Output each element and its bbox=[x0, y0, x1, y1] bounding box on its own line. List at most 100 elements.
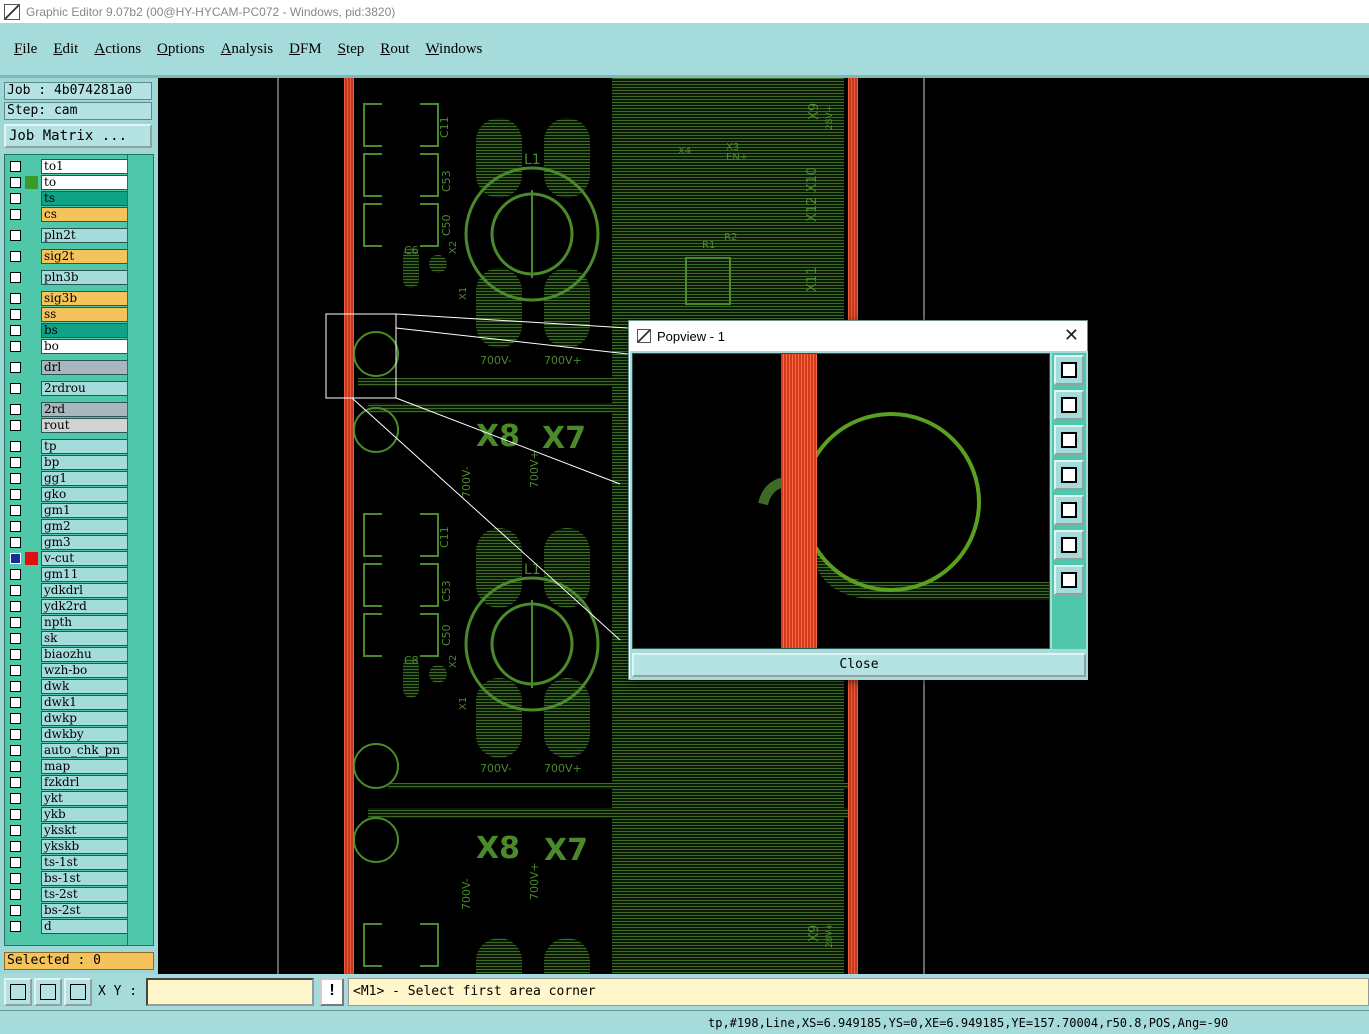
layer-checkbox[interactable] bbox=[10, 230, 21, 241]
close-icon[interactable]: ✕ bbox=[1064, 325, 1079, 347]
layer-row-2rd[interactable]: 2rd bbox=[8, 402, 128, 417]
menu-dfm[interactable]: DFM bbox=[289, 41, 322, 58]
layer-checkbox[interactable] bbox=[10, 537, 21, 548]
layer-row-sig3b[interactable]: sig3b bbox=[8, 291, 128, 306]
layer-row-ydk2rd[interactable]: ydk2rd bbox=[8, 599, 128, 614]
layer-checkbox[interactable] bbox=[10, 293, 21, 304]
pv-zoom-in-button[interactable] bbox=[1054, 530, 1084, 560]
layer-checkbox[interactable] bbox=[10, 309, 21, 320]
pv-zoom-out-button[interactable] bbox=[1054, 565, 1084, 595]
layer-row-sk[interactable]: sk bbox=[8, 631, 128, 646]
layer-row-dwkp[interactable]: dwkp bbox=[8, 711, 128, 726]
layer-checkbox[interactable] bbox=[10, 404, 21, 415]
layer-row-ykb[interactable]: ykb bbox=[8, 807, 128, 822]
layer-row-dwk1[interactable]: dwk1 bbox=[8, 695, 128, 710]
menu-options[interactable]: Options bbox=[157, 41, 205, 58]
layer-row-npth[interactable]: npth bbox=[8, 615, 128, 630]
pv-pan-up-button[interactable] bbox=[1054, 390, 1084, 420]
layer-checkbox[interactable] bbox=[10, 809, 21, 820]
layer-row-gko[interactable]: gko bbox=[8, 487, 128, 502]
layer-checkbox[interactable] bbox=[10, 633, 21, 644]
layer-row-gm3[interactable]: gm3 bbox=[8, 535, 128, 550]
menu-file[interactable]: File bbox=[14, 41, 37, 58]
menu-actions[interactable]: Actions bbox=[94, 41, 141, 58]
layer-row-ykt[interactable]: ykt bbox=[8, 791, 128, 806]
layer-checkbox[interactable] bbox=[10, 325, 21, 336]
layer-checkbox[interactable] bbox=[10, 383, 21, 394]
layer-row-dwk[interactable]: dwk bbox=[8, 679, 128, 694]
select-mode-button[interactable] bbox=[4, 978, 32, 1006]
pv-zoom-fit-button[interactable] bbox=[1054, 355, 1084, 385]
layer-row-d[interactable]: d bbox=[8, 919, 128, 934]
layer-row-bp[interactable]: bp bbox=[8, 455, 128, 470]
layer-checkbox[interactable] bbox=[10, 713, 21, 724]
layer-checkbox[interactable] bbox=[10, 777, 21, 788]
layer-row-ts[interactable]: ts bbox=[8, 191, 128, 206]
layer-checkbox[interactable] bbox=[10, 362, 21, 373]
layer-row-wzh-bo[interactable]: wzh-bo bbox=[8, 663, 128, 678]
menu-rout[interactable]: Rout bbox=[380, 41, 409, 58]
layer-row-bs-2st[interactable]: bs-2st bbox=[8, 903, 128, 918]
layer-row-cs[interactable]: cs bbox=[8, 207, 128, 222]
layer-row-ydkdrl[interactable]: ydkdrl bbox=[8, 583, 128, 598]
layer-row-ts-1st[interactable]: ts-1st bbox=[8, 855, 128, 870]
job-matrix-button[interactable]: Job Matrix ... bbox=[4, 124, 152, 148]
layer-checkbox[interactable] bbox=[10, 649, 21, 660]
menu-step[interactable]: Step bbox=[338, 41, 365, 58]
layer-checkbox[interactable] bbox=[10, 665, 21, 676]
layer-checkbox[interactable] bbox=[10, 569, 21, 580]
layer-checkbox[interactable] bbox=[10, 420, 21, 431]
pv-pan-down-button[interactable] bbox=[1054, 425, 1084, 455]
exclamation-button[interactable]: ! bbox=[320, 978, 344, 1006]
layer-checkbox[interactable] bbox=[10, 585, 21, 596]
layer-checkbox[interactable] bbox=[10, 161, 21, 172]
layer-checkbox[interactable] bbox=[10, 251, 21, 262]
layer-row-pln3b[interactable]: pln3b bbox=[8, 270, 128, 285]
layer-row-bs-1st[interactable]: bs-1st bbox=[8, 871, 128, 886]
layer-row-v-cut[interactable]: v-cut bbox=[8, 551, 128, 566]
layer-checkbox[interactable] bbox=[10, 209, 21, 220]
layer-row-gm11[interactable]: gm11 bbox=[8, 567, 128, 582]
layer-checkbox[interactable] bbox=[10, 745, 21, 756]
pv-pan-right-button[interactable] bbox=[1054, 495, 1084, 525]
layer-row-2rdrou[interactable]: 2rdrou bbox=[8, 381, 128, 396]
menu-windows[interactable]: Windows bbox=[425, 41, 482, 58]
layer-checkbox[interactable] bbox=[10, 441, 21, 452]
layer-checkbox[interactable] bbox=[10, 825, 21, 836]
layer-row-fzkdrl[interactable]: fzkdrl bbox=[8, 775, 128, 790]
layer-row-pln2t[interactable]: pln2t bbox=[8, 228, 128, 243]
layer-list-scrollbar[interactable] bbox=[127, 155, 153, 945]
layer-row-gg1[interactable]: gg1 bbox=[8, 471, 128, 486]
layer-row-ts-2st[interactable]: ts-2st bbox=[8, 887, 128, 902]
layer-checkbox[interactable] bbox=[10, 905, 21, 916]
layer-checkbox[interactable] bbox=[10, 553, 21, 564]
layer-row-map[interactable]: map bbox=[8, 759, 128, 774]
layer-row-to[interactable]: to bbox=[8, 175, 128, 190]
layer-checkbox[interactable] bbox=[10, 521, 21, 532]
popview-canvas[interactable] bbox=[632, 353, 1050, 649]
layer-checkbox[interactable] bbox=[10, 889, 21, 900]
layer-checkbox[interactable] bbox=[10, 793, 21, 804]
layer-row-ykskb[interactable]: ykskb bbox=[8, 839, 128, 854]
layer-checkbox[interactable] bbox=[10, 729, 21, 740]
layer-checkbox[interactable] bbox=[10, 193, 21, 204]
layer-checkbox[interactable] bbox=[10, 473, 21, 484]
layer-row-ss[interactable]: ss bbox=[8, 307, 128, 322]
layer-checkbox[interactable] bbox=[10, 177, 21, 188]
layer-row-rout[interactable]: rout bbox=[8, 418, 128, 433]
layer-row-gm1[interactable]: gm1 bbox=[8, 503, 128, 518]
layer-row-biaozhu[interactable]: biaozhu bbox=[8, 647, 128, 662]
menu-edit[interactable]: Edit bbox=[53, 41, 78, 58]
popview-titlebar[interactable]: Popview - 1 bbox=[629, 321, 1087, 351]
layer-checkbox[interactable] bbox=[10, 857, 21, 868]
layer-checkbox[interactable] bbox=[10, 697, 21, 708]
layer-checkbox[interactable] bbox=[10, 761, 21, 772]
layer-row-bo[interactable]: bo bbox=[8, 339, 128, 354]
layer-row-tp[interactable]: tp bbox=[8, 439, 128, 454]
layer-checkbox[interactable] bbox=[10, 921, 21, 932]
layer-checkbox[interactable] bbox=[10, 601, 21, 612]
layer-checkbox[interactable] bbox=[10, 272, 21, 283]
layer-row-bs[interactable]: bs bbox=[8, 323, 128, 338]
snap-grid-button[interactable] bbox=[64, 978, 92, 1006]
layer-checkbox[interactable] bbox=[10, 873, 21, 884]
